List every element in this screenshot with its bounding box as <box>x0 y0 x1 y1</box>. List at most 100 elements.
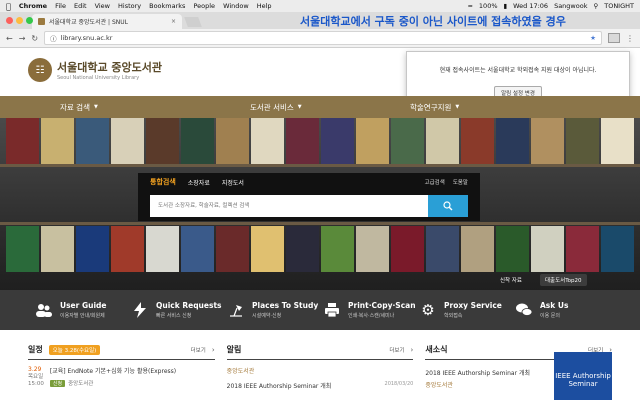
service-subtitle: 이용 문의 <box>540 313 560 319</box>
promo-line: Seminar <box>568 380 598 389</box>
logo-title: 서울대학교 중앙도서관 <box>57 61 163 74</box>
desk-lamp-icon <box>228 302 244 318</box>
schedule-org: 중앙도서관 <box>68 381 94 387</box>
nav-label: 도서관 서비스 <box>250 102 294 112</box>
menu-bookmarks[interactable]: Bookmarks <box>149 2 185 10</box>
advanced-search-link[interactable]: 고급검색 <box>425 178 445 186</box>
mac-menubar:  Chrome File Edit View History Bookmark… <box>0 0 640 12</box>
nav-label: 학술연구지원 <box>410 102 452 112</box>
search-row <box>150 195 468 217</box>
notice-more-link[interactable]: 더보기 <box>389 346 404 354</box>
bookmark-star-icon[interactable]: ★ <box>590 34 596 42</box>
service-subtitle: 이용자별 안내/회원제 <box>60 313 105 319</box>
service-places-to-study[interactable]: Places To Study 시설예약·신청 <box>228 301 324 319</box>
chevron-down-icon: ▼ <box>93 104 98 110</box>
extension-icon[interactable] <box>608 33 620 43</box>
url-field[interactable]: ⓘ library.snu.ac.kr ★ <box>44 31 602 45</box>
battery-icon: ▮ <box>503 2 508 10</box>
site-logo[interactable]: ☷ 서울대학교 중앙도서관 Seoul National University … <box>28 58 162 82</box>
menu-people[interactable]: People <box>193 2 215 10</box>
battery-level[interactable]: 100% <box>479 2 498 10</box>
nav-item-search[interactable]: 자료 검색 ▼ <box>60 102 210 113</box>
service-title: Proxy Service <box>444 301 502 310</box>
menu-view[interactable]: View <box>95 2 110 10</box>
info-icon[interactable]: ⓘ <box>50 33 57 43</box>
service-subtitle: 인쇄·복사·스캔/세미나 <box>348 313 395 319</box>
service-user-guide[interactable]: User Guide 이용자별 안내/회원제 <box>36 301 132 319</box>
service-title: Print·Copy·Scan <box>348 301 416 310</box>
plus-icon[interactable]: › <box>212 346 215 354</box>
service-subtitle: 빠른 서비스 신청 <box>156 313 192 319</box>
hero-banner: 통합검색 소장자료 지정도서 고급검색 도움말 신착 자료 대출도서Top20 <box>0 118 640 290</box>
service-title: Places To Study <box>252 301 319 310</box>
service-title: Ask Us <box>540 301 569 310</box>
close-window-button[interactable] <box>6 17 13 24</box>
menu-help[interactable]: Help <box>257 2 272 10</box>
printer-icon <box>324 302 340 318</box>
search-icon[interactable]: ⚲ <box>593 2 598 10</box>
notice-header: 알림 더보기 › <box>226 344 414 360</box>
apply-badge: 신청 <box>49 380 66 387</box>
promo-line: IEEE Authorship <box>555 372 611 380</box>
menubar-extra[interactable]: TONIGHT <box>604 2 634 10</box>
tab-holdings[interactable]: 소장자료 <box>188 178 210 187</box>
bookshelf-image <box>0 226 640 272</box>
user-name[interactable]: Sangwook <box>554 2 587 10</box>
menu-app-name[interactable]: Chrome <box>19 2 47 10</box>
nav-item-services[interactable]: 도서관 서비스 ▼ <box>250 102 400 113</box>
back-icon[interactable]: ← <box>6 34 13 43</box>
schedule-title: 일정 <box>28 345 43 354</box>
minimize-window-button[interactable] <box>16 17 23 24</box>
chat-icon <box>516 302 532 318</box>
browser-menu-icon[interactable]: ⋮ <box>626 34 634 43</box>
service-quick-requests[interactable]: Quick Requests 빠른 서비스 신청 <box>132 301 228 319</box>
service-subtitle: 시설예약·신청 <box>252 313 282 319</box>
main-nav: 자료 검색 ▼ 도서관 서비스 ▼ 학술연구지원 ▼ <box>0 96 640 118</box>
tab-reserved-books[interactable]: 지정도서 <box>222 178 244 187</box>
url-text: library.snu.ac.kr <box>60 34 113 42</box>
tab-title: 서울대학교 중앙도서관 | SNUL <box>49 19 128 26</box>
schedule-column: 일정 오늘 3.28(수요일) 더보기 › 3.29 목요일 15:00 [교육… <box>28 330 215 400</box>
chevron-down-icon: ▼ <box>455 104 460 110</box>
service-ask-us[interactable]: Ask Us 이용 문의 <box>516 301 612 319</box>
service-proxy[interactable]: ⚙ Proxy Service 학외접속 <box>420 301 516 319</box>
notice-org: 중앙도서관 <box>226 368 255 375</box>
chevron-right-icon[interactable]: › <box>411 346 414 354</box>
forward-icon[interactable]: → <box>19 34 26 43</box>
menu-edit[interactable]: Edit <box>74 2 87 10</box>
top20-button[interactable]: 대출도서Top20 <box>540 274 587 286</box>
nav-item-research[interactable]: 학술연구지원 ▼ <box>410 102 560 113</box>
new-tab-button[interactable] <box>184 17 202 27</box>
service-subtitle: 학외접속 <box>444 313 463 319</box>
tab-integrated-search[interactable]: 통합검색 <box>150 177 176 187</box>
menu-window[interactable]: Window <box>223 2 249 10</box>
schedule-item[interactable]: 3.29 목요일 15:00 [교육] EndNote 기본+심화 기능 활용(… <box>28 366 215 388</box>
content-columns: 일정 오늘 3.28(수요일) 더보기 › 3.29 목요일 15:00 [교육… <box>0 330 640 400</box>
schedule-event[interactable]: [교육] EndNote 기본+심화 기능 활용(Express) <box>50 366 176 375</box>
search-panel: 통합검색 소장자료 지정도서 고급검색 도움말 <box>138 173 480 221</box>
notice-item-title[interactable]: 2018 IEEE Authorship Seminar 개최 <box>227 381 332 390</box>
search-button[interactable] <box>428 195 468 217</box>
news-item-title[interactable]: 2018 IEEE Authorship Seminar 개최 <box>425 368 530 377</box>
logo-subtitle: Seoul National University Library <box>57 75 140 81</box>
close-tab-icon[interactable]: × <box>171 18 176 25</box>
gear-icon: ⚙ <box>421 301 435 319</box>
schedule-header: 일정 오늘 3.28(수요일) 더보기 › <box>28 344 215 360</box>
ieee-promo-image[interactable]: IEEE Authorship Seminar <box>554 352 613 400</box>
notice-item[interactable]: 2018 IEEE Authorship Seminar 개최 2018/03/… <box>227 381 414 390</box>
browser-tab[interactable]: 서울대학교 중앙도서관 | SNUL × <box>32 14 182 29</box>
wifi-icon[interactable]: ≈ <box>467 2 472 10</box>
news-column: 새소식 더보기 › 2018 IEEE Authorship Seminar 개… <box>425 330 613 400</box>
service-print-copy-scan[interactable]: Print·Copy·Scan 인쇄·복사·스캔/세미나 <box>324 301 420 319</box>
nav-label: 자료 검색 <box>60 102 90 112</box>
new-arrivals-link[interactable]: 신착 자료 <box>500 276 522 284</box>
menu-history[interactable]: History <box>118 2 141 10</box>
zoom-window-button[interactable] <box>26 17 33 24</box>
menu-file[interactable]: File <box>55 2 66 10</box>
help-link[interactable]: 도움말 <box>453 178 468 186</box>
apple-icon[interactable]:  <box>6 2 11 11</box>
schedule-more-link[interactable]: 더보기 <box>191 346 206 354</box>
search-input[interactable] <box>150 195 428 217</box>
clock[interactable]: Wed 17:06 <box>513 2 548 10</box>
reload-icon[interactable]: ↻ <box>31 34 38 43</box>
